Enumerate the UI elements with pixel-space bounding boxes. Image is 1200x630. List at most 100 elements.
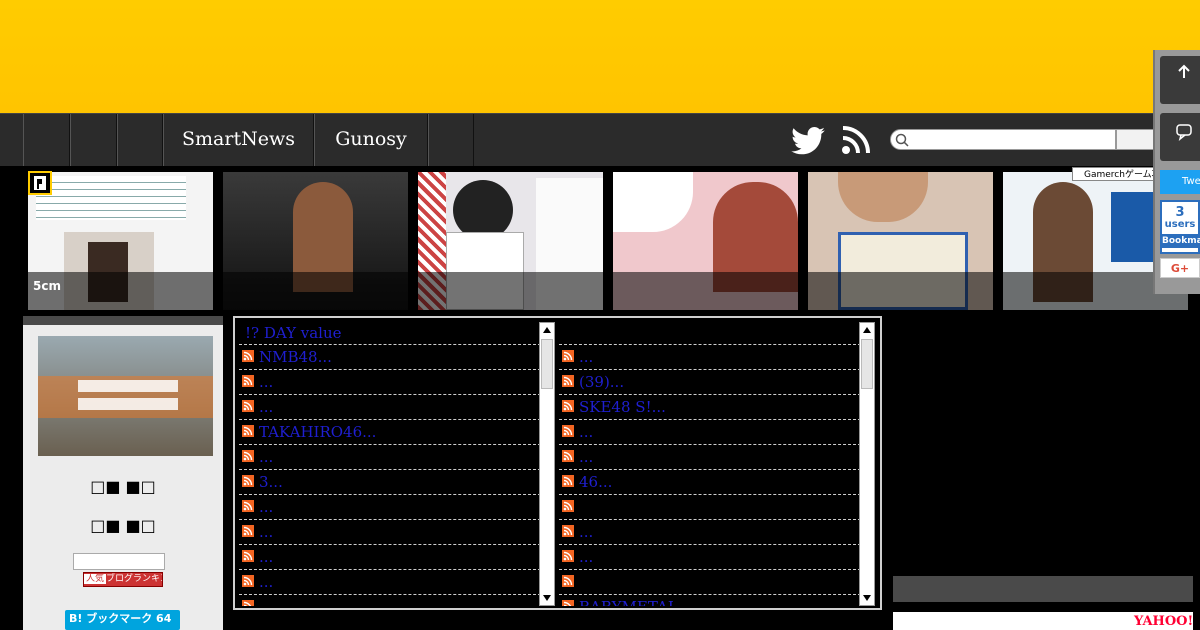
sidebar-input[interactable]: [73, 553, 165, 570]
comment-icon: [1176, 124, 1192, 141]
scroll-down-arrow-icon[interactable]: [540, 591, 554, 605]
comment-button[interactable]: [1160, 113, 1200, 161]
feed-item-title[interactable]: ...: [579, 548, 593, 566]
search-input[interactable]: [890, 129, 1116, 150]
feed-item[interactable]: [559, 569, 861, 594]
rss-feed-icon: [242, 525, 254, 537]
rss-feed-icon: [562, 475, 574, 487]
rss-feed-icon: [562, 500, 574, 512]
rss-feed-icon: [562, 525, 574, 537]
feed-item[interactable]: ...: [559, 444, 861, 469]
feed-item[interactable]: SKE48 S!...: [559, 394, 861, 419]
feed-left-scrollbar[interactable]: [539, 322, 555, 606]
scroll-thumb[interactable]: [861, 339, 873, 389]
feed-item[interactable]: ...: [239, 544, 541, 569]
feed-item-title[interactable]: ...: [579, 348, 593, 366]
ranking-badge-label-1: 人気: [84, 574, 107, 584]
scroll-top-button[interactable]: [1160, 56, 1200, 104]
search-button[interactable]: [1116, 129, 1156, 150]
feed-item-title[interactable]: ...: [259, 573, 273, 591]
nav-gunosy-link[interactable]: Gunosy: [314, 114, 428, 166]
search-icon: [895, 133, 909, 147]
thumbnail-4-caption-band: [613, 272, 798, 310]
feed-item[interactable]: ...: [559, 419, 861, 444]
rss-feed-icon: [242, 350, 254, 362]
feed-item[interactable]: ...: [239, 444, 541, 469]
thumbnail-5[interactable]: [808, 172, 993, 310]
scroll-up-arrow-icon[interactable]: [860, 323, 874, 337]
nav-item-3[interactable]: [117, 114, 163, 166]
gplus-button[interactable]: G+: [1160, 258, 1200, 278]
header-banner: [0, 0, 1200, 113]
feed-item[interactable]: TAKAHIRO46...: [239, 419, 541, 444]
feed-item-title[interactable]: ...: [579, 523, 593, 541]
feed-item-title[interactable]: ...: [259, 598, 273, 606]
twitter-icon[interactable]: [791, 127, 825, 155]
feed-right-header[interactable]: [559, 322, 861, 344]
feed-item-title[interactable]: ...: [259, 523, 273, 541]
feed-item-title[interactable]: BABYMETAL...: [579, 598, 692, 606]
feed-left-header[interactable]: !? DAY value: [239, 322, 541, 344]
hatena-bookmark-badge[interactable]: B! ブックマーク 64: [65, 610, 180, 630]
thumbnail-5-caption-band: [808, 272, 993, 310]
rss-feed-icon: [242, 425, 254, 437]
rss-feed-icon: [242, 550, 254, 562]
scroll-up-arrow-icon[interactable]: [540, 323, 554, 337]
rss-feed-icon: [242, 500, 254, 512]
feed-item-title[interactable]: ...: [259, 398, 273, 416]
feed-item-title[interactable]: NMB48...: [259, 348, 332, 366]
scroll-thumb[interactable]: [541, 339, 553, 389]
rss-feed-icon: [242, 600, 254, 606]
feed-item[interactable]: NMB48...: [239, 344, 541, 369]
feed-item-title[interactable]: ...: [579, 448, 593, 466]
feed-item-title[interactable]: ...: [259, 373, 273, 391]
feed-item-title[interactable]: 3...: [259, 473, 283, 491]
feed-item[interactable]: ...: [559, 544, 861, 569]
feed-item[interactable]: BABYMETAL...: [559, 594, 861, 606]
tweet-button[interactable]: Twe: [1160, 170, 1200, 194]
nav-item-1[interactable]: [23, 114, 70, 166]
feed-item[interactable]: ...: [239, 369, 541, 394]
feed-item[interactable]: 46...: [559, 469, 861, 494]
thumbnail-row: 5cm: [0, 166, 1200, 316]
thumbnail-1-text-graphic: [36, 176, 186, 220]
feed-item[interactable]: (39)...: [559, 369, 861, 394]
nav-item-2[interactable]: [70, 114, 117, 166]
feed-item[interactable]: [559, 494, 861, 519]
feed-item[interactable]: ...: [559, 519, 861, 544]
thumbnail-3[interactable]: [418, 172, 603, 310]
rss-feed-icon: [562, 450, 574, 462]
rss-feed-icon: [562, 550, 574, 562]
pin-icon: [28, 171, 52, 195]
thumbnail-2[interactable]: [223, 172, 408, 310]
feed-item[interactable]: ...: [239, 594, 541, 606]
rss-icon[interactable]: [841, 125, 871, 155]
feed-item-title[interactable]: ...: [259, 448, 273, 466]
feed-item[interactable]: ...: [559, 344, 861, 369]
feed-item[interactable]: ...: [239, 569, 541, 594]
nav-item-6[interactable]: [428, 114, 474, 166]
feed-item-title[interactable]: 46...: [579, 473, 612, 491]
thumbnail-1[interactable]: 5cm: [28, 172, 213, 310]
feed-item-title[interactable]: (39)...: [579, 373, 624, 391]
rss-feed-icon: [242, 575, 254, 587]
thumbnail-4-cap: [613, 172, 693, 232]
feed-item-title[interactable]: TAKAHIRO46...: [259, 423, 376, 441]
charity-banner[interactable]: [38, 336, 213, 456]
hatena-users-badge[interactable]: 3 users Bookmar: [1160, 200, 1200, 254]
feed-item-title[interactable]: ...: [579, 423, 593, 441]
feed-item-title[interactable]: SKE48 S!...: [579, 398, 666, 416]
rss-feed-icon: [562, 350, 574, 362]
feed-item[interactable]: 3...: [239, 469, 541, 494]
scroll-down-arrow-icon[interactable]: [860, 591, 874, 605]
thumbnail-4[interactable]: [613, 172, 798, 310]
feed-right-scrollbar[interactable]: [859, 322, 875, 606]
feed-item[interactable]: ...: [239, 519, 541, 544]
feed-item-title[interactable]: ...: [259, 548, 273, 566]
thumbnail-2-caption-band: [223, 272, 408, 310]
feed-item[interactable]: ...: [239, 494, 541, 519]
nav-smartnews-link[interactable]: SmartNews: [163, 114, 314, 166]
feed-item[interactable]: ...: [239, 394, 541, 419]
feed-item-title[interactable]: ...: [259, 498, 273, 516]
blog-ranking-badge[interactable]: 人気ブログランキング: [83, 572, 163, 587]
